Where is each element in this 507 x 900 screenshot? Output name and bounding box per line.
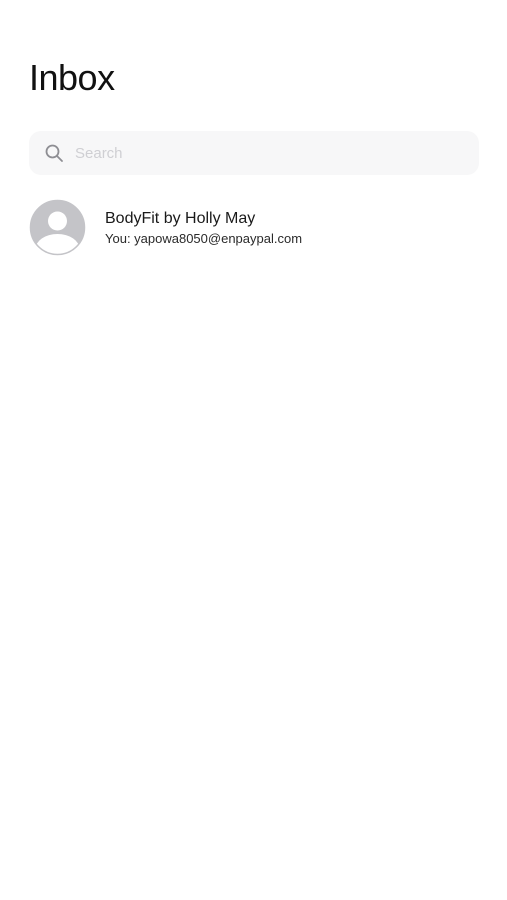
- search-bar[interactable]: [29, 131, 479, 175]
- inbox-screen: Inbox BodyFit by Holly May You: yapowa80…: [0, 0, 507, 900]
- search-input[interactable]: [75, 131, 465, 175]
- default-user-avatar-icon: [29, 199, 86, 256]
- search-icon: [45, 144, 63, 162]
- conversation-name: BodyFit by Holly May: [105, 210, 256, 227]
- page-title: Inbox: [29, 57, 115, 98]
- conversation-item[interactable]: BodyFit by Holly May You: yapowa8050@enp…: [29, 199, 479, 257]
- conversation-preview: You: yapowa8050@enpaypal.com: [105, 231, 303, 246]
